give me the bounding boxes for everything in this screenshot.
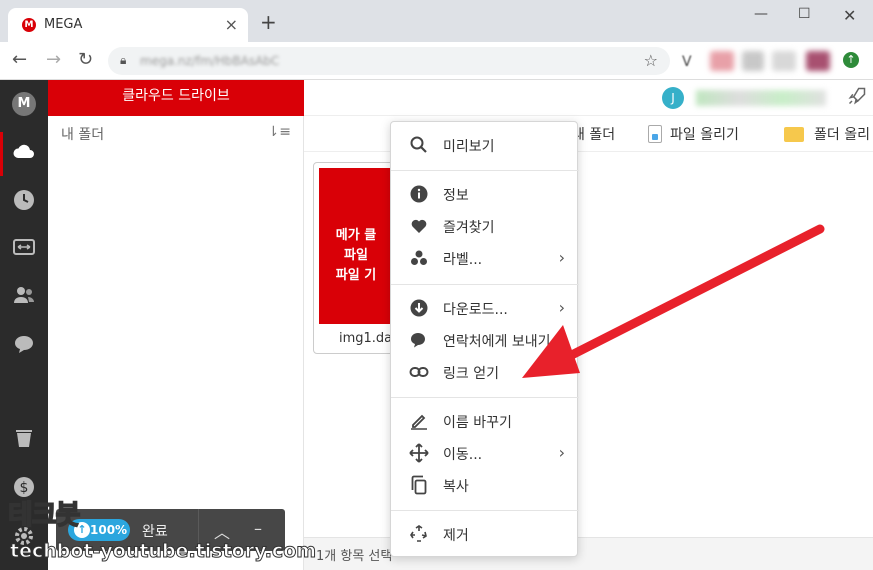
chevron-right-icon: › [558,443,565,462]
url-text: mega.nz/fm/HbBAsAbC [140,54,280,68]
forward-arrow-icon[interactable]: → [46,50,61,70]
browser-tab[interactable]: M MEGA × [8,8,248,42]
upload-file-icon [648,125,662,143]
tree-panel: 클라우드 드라이브 내 폴더 ⇂≡ [48,80,304,570]
menu-item-rename[interactable]: 이름 바꾸기 [391,407,579,437]
context-menu: 미리보기 정보 즐겨찾기 라벨... › 다운로드... › 연락처에게 보내기… [390,121,579,557]
extension-icon[interactable] [710,51,734,71]
contacts-icon[interactable] [12,283,36,307]
upload-file-button[interactable]: 파일 올리기 [648,124,739,144]
selection-status: 1개 항목 선택 [316,549,393,564]
tree-root-folder[interactable]: 내 폴더 [61,124,104,144]
cloud-drive-header[interactable]: 클라우드 드라이브 [48,80,304,116]
minimize-transfer-icon[interactable]: – [254,519,262,538]
menu-item-label: 연락처에게 보내기 [443,334,551,350]
menu-item-info[interactable]: 정보 [391,180,579,210]
label-icon [411,250,427,265]
link-icon [409,367,429,377]
thumb-line: 파일 기 [335,268,377,283]
reload-icon[interactable]: ↻ [78,50,93,70]
menu-item-copy[interactable]: 복사 [391,471,579,501]
active-indicator [0,132,3,176]
copy-icon [411,475,427,495]
thumb-line: 메가 클 [335,228,377,243]
mega-logo-icon[interactable]: M [12,92,36,116]
menu-item-label: 미리보기 [443,139,495,155]
menu-item-label: 라벨... [443,252,483,268]
search-icon [410,136,427,153]
upload-file-label: 파일 올리기 [670,127,739,143]
menu-item-send-to-contact[interactable]: 연락처에게 보내기 [391,326,579,356]
recycle-icon [410,525,427,542]
new-tab-button[interactable]: + [260,12,277,32]
menu-item-get-link[interactable]: 링크 얻기 [391,358,579,388]
lock-icon: 🔒︎ [120,53,127,67]
cloud-drive-icon[interactable] [12,140,36,164]
tab-title: MEGA [44,17,83,32]
upload-folder-icon [784,127,804,142]
upload-folder-label: 폴더 올리 [814,127,870,143]
menu-item-label: 복사 [443,479,469,495]
chat-icon [411,333,425,348]
avatar[interactable]: J [662,87,684,109]
menu-item-preview[interactable]: 미리보기 [391,131,579,161]
chevron-right-icon: › [558,248,565,267]
move-icon [409,443,429,463]
heart-icon [411,219,427,233]
watermark-site: techbot-youtube.tistory.com [9,540,317,563]
file-thumbnail: 메가 클 파일 파일 기 [319,168,393,324]
browser-tab-bar: M MEGA × + — ☐ ✕ [0,0,873,42]
browser-toolbar: ← → ↻ 🔒︎ mega.nz/fm/HbBAsAbC ☆ V ↑ [0,42,873,80]
extension-icon[interactable] [806,51,830,71]
transfer-status-label: 완료 [142,524,168,540]
recents-clock-icon[interactable] [12,188,36,212]
tab-close-icon[interactable]: × [225,15,238,34]
menu-item-label: 이름 바꾸기 [443,415,512,431]
rubbish-bin-icon[interactable] [12,426,36,450]
user-name-blurred[interactable] [696,90,826,106]
menu-separator [391,397,579,398]
menu-item-favourite[interactable]: 즐겨찾기 [391,212,579,242]
menu-item-label: 이동... [443,447,483,463]
maximize-window-icon[interactable]: ☐ [798,6,811,22]
info-icon [410,185,428,203]
menu-item-download[interactable]: 다운로드... › [391,294,579,324]
close-window-icon[interactable]: ✕ [843,6,856,25]
menu-item-remove[interactable]: 제거 [391,520,579,550]
file-tile[interactable]: 메가 클 파일 파일 기 img1.dau [313,162,400,354]
chat-icon[interactable] [12,332,36,356]
bookmark-star-icon[interactable]: ☆ [644,51,658,70]
watermark-korean: 테크봇 [7,499,81,532]
menu-item-label: 정보 [443,188,469,204]
back-arrow-icon[interactable]: ← [12,50,27,70]
update-icon[interactable]: ↑ [843,52,859,68]
menu-item-move[interactable]: 이동... › [391,439,579,469]
menu-separator [391,284,579,285]
extension-icon[interactable] [742,51,764,71]
rocket-icon[interactable] [847,86,867,106]
thumb-line: 파일 [344,248,368,263]
menu-separator [391,170,579,171]
address-bar[interactable]: 🔒︎ mega.nz/fm/HbBAsAbC ☆ [108,47,670,75]
chevron-right-icon: › [558,298,565,317]
menu-item-label: 다운로드... [443,302,508,318]
upload-folder-button[interactable]: 폴더 올리 [784,124,870,144]
menu-item-label-submenu[interactable]: 라벨... › [391,244,579,274]
mega-favicon-icon: M [22,18,36,32]
minimize-window-icon[interactable]: — [754,6,768,22]
extension-v-icon[interactable]: V [682,52,692,72]
sort-icon[interactable]: ⇂≡ [268,124,291,140]
menu-item-label: 제거 [443,528,469,544]
main-top-bar: J [304,80,873,116]
download-icon [410,299,428,317]
transfers-icon[interactable] [12,235,36,259]
menu-separator [391,510,579,511]
pencil-icon [411,414,427,430]
extension-icon[interactable] [772,51,796,71]
transfer-percent: 100% [90,523,128,537]
menu-item-label: 즐겨찾기 [443,220,495,236]
menu-item-label: 링크 얻기 [443,366,499,382]
